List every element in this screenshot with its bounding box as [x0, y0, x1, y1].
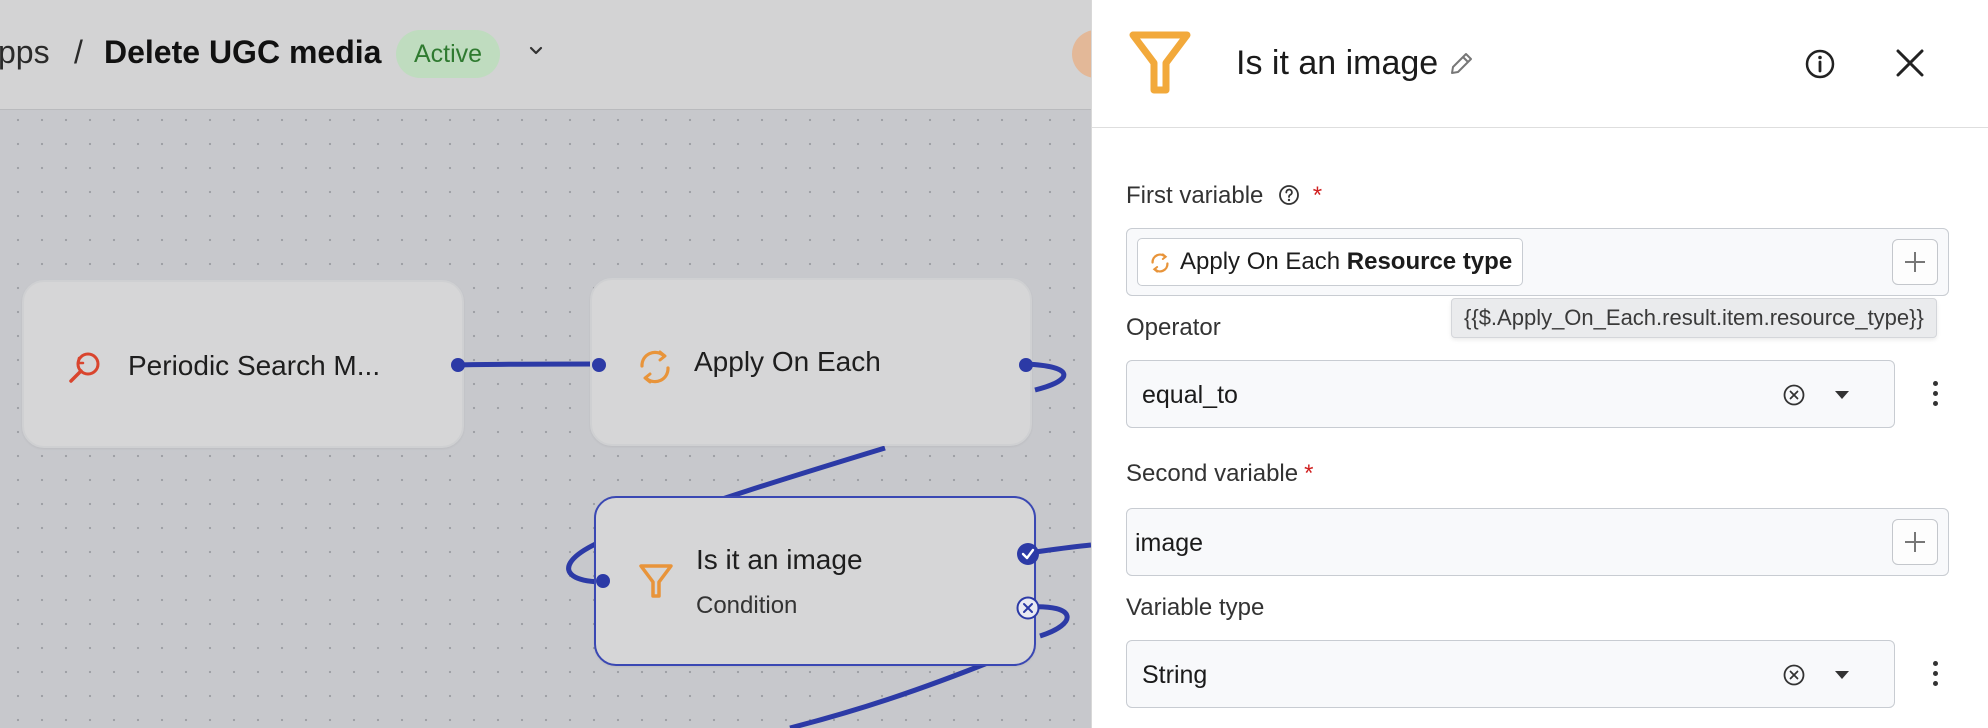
add-variable-button[interactable]: [1892, 239, 1938, 285]
loop-icon: [1151, 253, 1169, 273]
input-port[interactable]: [596, 574, 610, 588]
edge-condition-bottom: [789, 657, 996, 728]
panel-title: Is it an image: [1236, 44, 1439, 82]
panel-header: Is it an image: [1092, 0, 1988, 128]
first-variable-label: First variable *: [1126, 182, 1322, 210]
variable-chip[interactable]: Apply On Each Resource type: [1137, 238, 1524, 286]
filter-icon: [1129, 31, 1191, 94]
variable-type-select[interactable]: String: [1126, 640, 1895, 708]
first-variable-label-text: First variable: [1126, 182, 1264, 209]
output-port[interactable]: [451, 358, 465, 372]
false-output-port[interactable]: [1016, 596, 1040, 620]
second-variable-value: image: [1135, 529, 1204, 557]
second-variable-field[interactable]: image: [1126, 508, 1949, 576]
variable-type-more-options[interactable]: [1930, 661, 1940, 691]
required-marker: *: [1304, 460, 1314, 487]
workflow-canvas[interactable]: pps / Delete UGC media Active Periodic S…: [0, 0, 1091, 728]
clear-icon[interactable]: [1782, 663, 1806, 687]
search-refresh-icon: [69, 352, 100, 383]
operator-value: equal_to: [1142, 381, 1238, 409]
filter-icon: [639, 564, 673, 598]
node-type-label: Condition: [696, 592, 798, 619]
help-icon[interactable]: [1278, 184, 1300, 206]
output-port[interactable]: [1019, 358, 1033, 372]
second-variable-label-text: Second variable: [1126, 460, 1299, 487]
add-variable-button[interactable]: [1892, 519, 1938, 565]
chip-field: Resource type: [1346, 248, 1513, 275]
required-marker: *: [1312, 182, 1323, 209]
node-label: Is it an image: [696, 544, 863, 575]
operator-select[interactable]: equal_to: [1126, 360, 1895, 428]
pencil-icon[interactable]: [1447, 50, 1475, 78]
node-periodic-search[interactable]: Periodic Search M...: [22, 280, 465, 448]
variable-type-value: String: [1142, 661, 1208, 689]
close-icon[interactable]: [1892, 45, 1928, 81]
operator-more-options[interactable]: [1930, 381, 1940, 411]
node-label: Apply On Each: [694, 346, 881, 377]
variable-path-tooltip: {{$.Apply_On_Each.result.item.resource_t…: [1451, 298, 1937, 338]
info-icon[interactable]: [1803, 47, 1837, 81]
true-output-port[interactable]: [1016, 542, 1040, 566]
second-variable-label: Second variable *: [1126, 460, 1313, 488]
caret-down-icon[interactable]: [1833, 669, 1851, 681]
input-port[interactable]: [592, 358, 606, 372]
caret-down-icon[interactable]: [1833, 389, 1851, 401]
node-apply-on-each[interactable]: Apply On Each: [590, 278, 1033, 446]
condition-settings-panel: Is it an image First variable * Apply On…: [1091, 0, 1988, 728]
node-label: Periodic Search M...: [128, 350, 381, 381]
edge-periodic-to-apply: [455, 361, 598, 368]
node-condition-is-image[interactable]: Is it an image Condition: [594, 496, 1040, 666]
operator-label: Operator: [1126, 314, 1221, 341]
chip-source: Apply On Each: [1180, 248, 1341, 275]
variable-type-label: Variable type: [1126, 594, 1265, 621]
loop-icon: [640, 350, 670, 384]
first-variable-field[interactable]: Apply On Each Resource type: [1126, 228, 1949, 296]
clear-icon[interactable]: [1782, 383, 1806, 407]
